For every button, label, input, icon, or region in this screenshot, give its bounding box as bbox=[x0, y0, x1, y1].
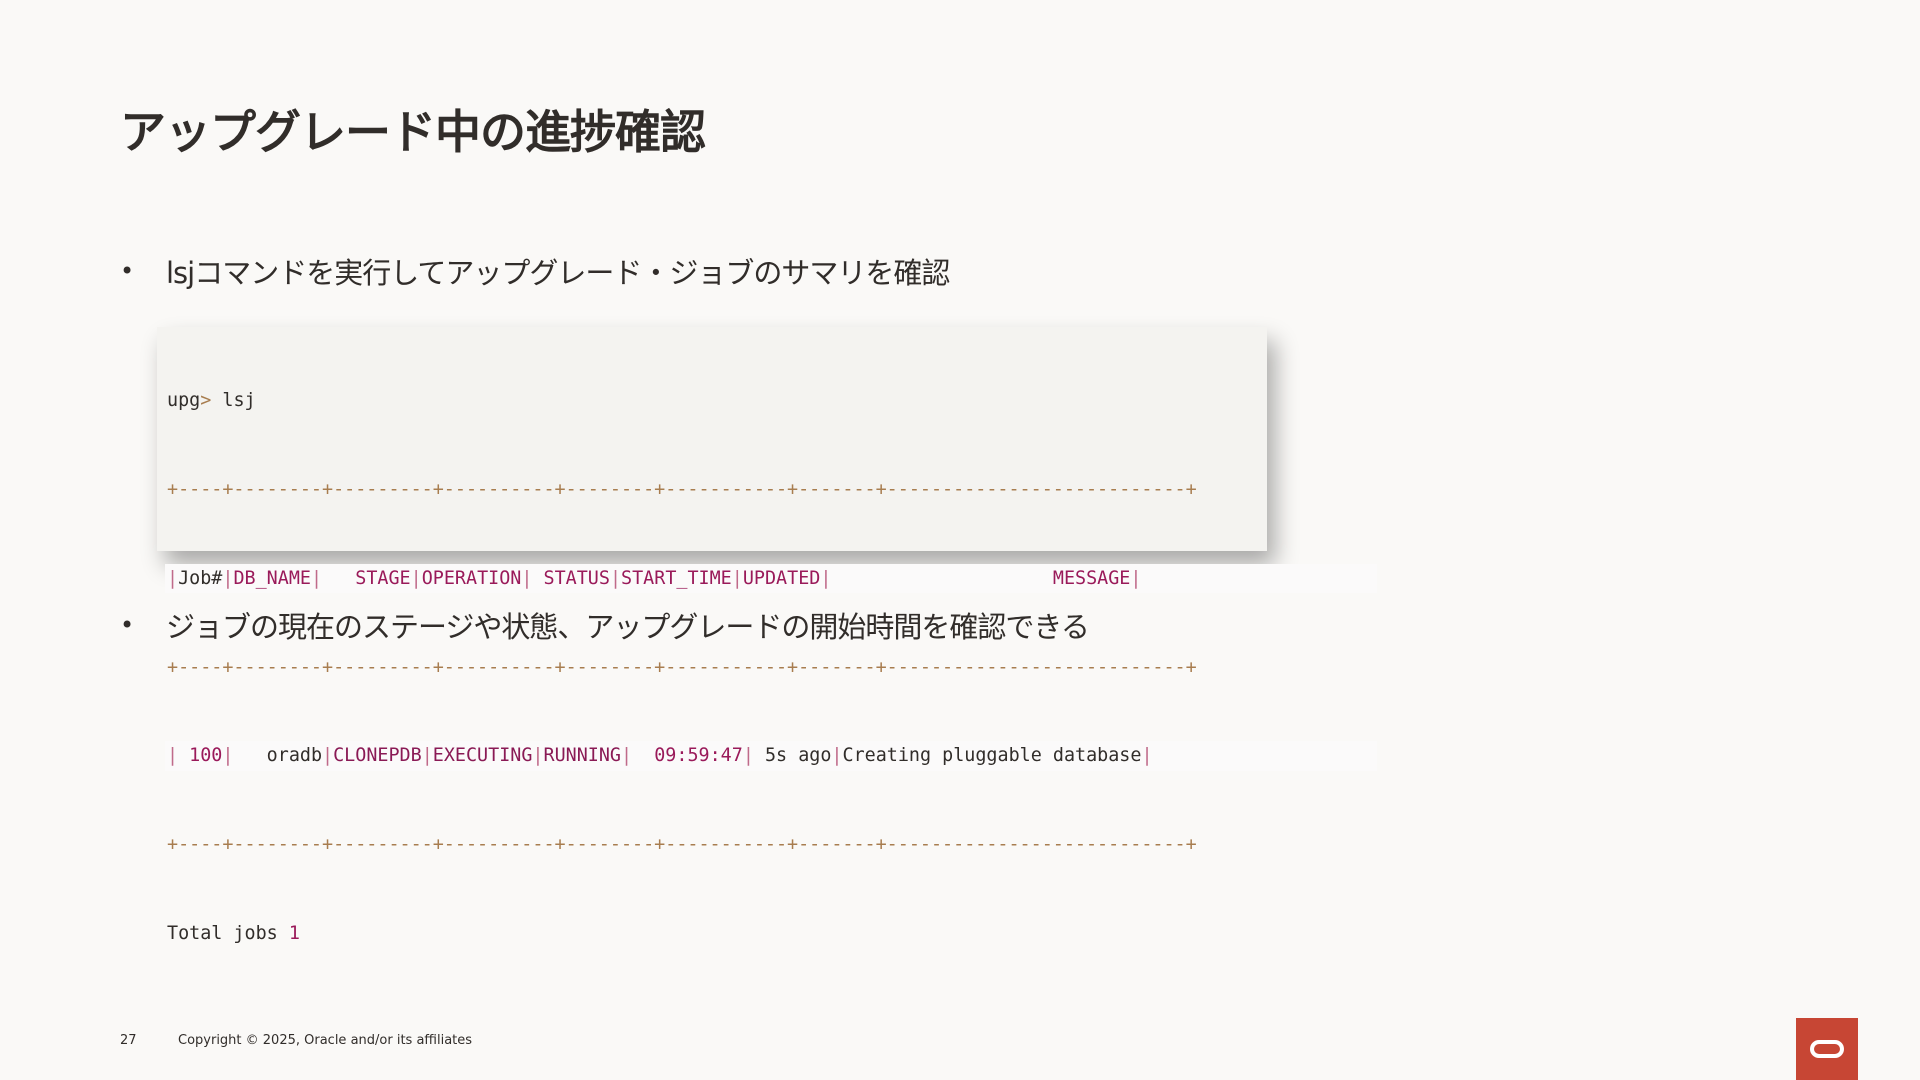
terminal-output-panel: upg> lsj +----+--------+---------+------… bbox=[157, 327, 1377, 944]
bullet-text: lsjコマンドを実行してアップグレード・ジョブのサマリを確認 bbox=[166, 256, 950, 290]
cell-job: 100 bbox=[178, 745, 223, 767]
page-number: 27 bbox=[120, 1033, 137, 1048]
header-cell-job: Job# bbox=[178, 567, 223, 589]
cell-db-name: oradb bbox=[233, 745, 323, 767]
bullet-item-1: • lsjコマンドを実行してアップグレード・ジョブのサマリを確認 bbox=[120, 250, 950, 292]
cell-stage: CLONEPDB bbox=[333, 745, 422, 767]
slide-title: アップグレード中の進捗確認 bbox=[120, 105, 706, 159]
oracle-logo-ring bbox=[1810, 1040, 1844, 1058]
total-jobs-label: Total jobs bbox=[167, 922, 278, 944]
header-cell-operation: OPERATION bbox=[421, 567, 522, 589]
header-cell-updated: UPDATED bbox=[742, 567, 821, 589]
cell-message: Creating pluggable database bbox=[842, 745, 1142, 767]
cell-status: RUNNING bbox=[543, 745, 622, 767]
copyright-text: Copyright © 2025, Oracle and/or its affi… bbox=[178, 1033, 473, 1048]
header-cell-message: MESSAGE bbox=[831, 567, 1131, 589]
table-data-row: | 100| oradb|CLONEPDB|EXECUTING|RUNNING|… bbox=[165, 741, 1377, 771]
header-cell-status: STATUS bbox=[532, 567, 610, 589]
oracle-logo-icon bbox=[1796, 1018, 1858, 1080]
table-separator-top: +----+--------+---------+----------+----… bbox=[167, 478, 1197, 500]
header-cell-db-name: DB_NAME bbox=[233, 567, 311, 589]
header-cell-start-time: START_TIME bbox=[621, 567, 732, 589]
bullet-text: ジョブの現在のステージや状態、アップグレードの開始時間を確認できる bbox=[166, 610, 1090, 644]
terminal-total-line: Total jobs 1 bbox=[167, 919, 1377, 949]
table-separator-mid: +----+--------+---------+----------+----… bbox=[167, 656, 1197, 678]
cell-start-time: 09:59:47 bbox=[632, 745, 743, 767]
bullet-dot: • bbox=[120, 257, 134, 285]
header-cell-stage: STAGE bbox=[322, 567, 411, 589]
terminal-command: lsj bbox=[222, 390, 256, 412]
bullet-item-2: • ジョブの現在のステージや状態、アップグレードの開始時間を確認できる bbox=[120, 604, 1090, 646]
table-header-row: |Job#|DB_NAME| STAGE|OPERATION| STATUS|S… bbox=[165, 563, 1377, 594]
cell-updated: 5s ago bbox=[753, 745, 832, 767]
terminal-command-line: upg> lsj bbox=[167, 386, 1377, 416]
table-separator-bottom: +----+--------+---------+----------+----… bbox=[167, 834, 1197, 856]
cell-operation: EXECUTING bbox=[432, 745, 533, 767]
total-jobs-value: 1 bbox=[288, 922, 300, 944]
bullet-dot: • bbox=[120, 611, 134, 639]
terminal-lines: upg> lsj +----+--------+---------+------… bbox=[165, 327, 1377, 1008]
terminal-prompt-symbol: > bbox=[200, 390, 212, 412]
terminal-prompt: upg bbox=[167, 390, 201, 412]
